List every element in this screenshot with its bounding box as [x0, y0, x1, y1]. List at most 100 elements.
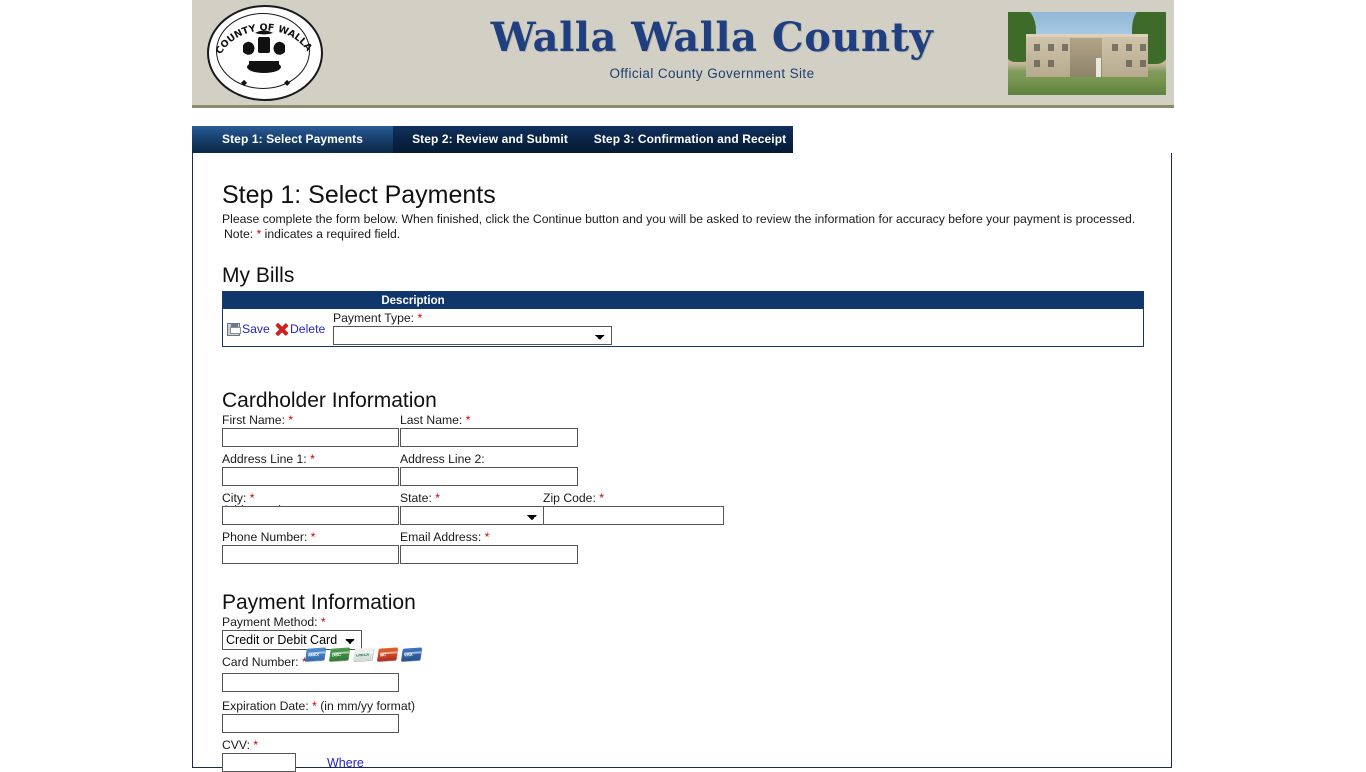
email-address-field-group: Email Address: *	[400, 530, 578, 564]
first-name-label-text: First Name:	[222, 413, 285, 427]
email-address-label: Email Address: *	[400, 530, 578, 544]
email-address-input[interactable]	[400, 545, 578, 564]
card-number-input[interactable]	[222, 673, 399, 692]
card-number-label-text: Card Number:	[222, 655, 299, 669]
email-address-label-text: Email Address:	[400, 530, 482, 544]
tab-step-1-select-payments[interactable]: Step 1: Select Payments	[192, 126, 393, 153]
last-name-input[interactable]	[400, 428, 578, 447]
required-asterisk: *	[310, 452, 315, 466]
first-name-input[interactable]	[222, 428, 399, 447]
site-title: Walla Walla County	[490, 14, 934, 61]
main-content-panel: Step 1: Select Payments Please complete …	[192, 153, 1172, 772]
city-field-group: City: *	[222, 491, 399, 525]
delete-label: Delete	[290, 322, 326, 336]
section-heading-cardholder-information: Cardholder Information	[222, 389, 437, 412]
cvv-label: CVV: *	[222, 738, 296, 752]
cvv-field-group: CVV: * Where	[222, 738, 364, 772]
address-line-1-label-text: Address Line 1:	[222, 452, 307, 466]
required-field-note: Note: * indicates a required field.	[224, 227, 400, 241]
expiration-date-label: Expiration Date: * (in mm/yy format)	[222, 699, 415, 713]
required-asterisk: *	[253, 738, 259, 752]
phone-number-field-group: Phone Number: *	[222, 530, 399, 564]
county-seal-icon: COUNTY OF WALLA WALLA ◆ ◆	[205, 3, 325, 103]
expiration-date-hint: (in mm/yy format)	[320, 699, 416, 713]
visa-card-icon: VISA	[400, 647, 423, 662]
state-label-text: State:	[400, 491, 432, 505]
card-number-label: Card Number: * AMEX DISC CHECK MC VISA	[222, 647, 423, 669]
required-asterisk: *	[484, 530, 490, 544]
zip-code-label-text: Zip Code:	[543, 491, 596, 505]
state-select[interactable]	[400, 506, 544, 525]
courthouse-photo	[1008, 12, 1166, 95]
address-line-2-input[interactable]	[400, 467, 578, 486]
zip-code-field-group: Zip Code: *	[543, 491, 724, 525]
first-name-field-group: First Name: *	[222, 413, 399, 447]
address-line-2-field-group: Address Line 2:	[400, 452, 578, 486]
cvv-label-text: CVV:	[222, 738, 250, 752]
section-heading-my-bills: My Bills	[222, 264, 295, 287]
check-card-icon: CHECK	[352, 647, 375, 662]
cvv-input[interactable]	[222, 753, 296, 772]
zip-code-input[interactable]	[543, 506, 724, 525]
payment-type-label: Payment Type: *	[333, 311, 612, 325]
required-asterisk: *	[249, 491, 255, 505]
payment-method-label: Payment Method: *	[222, 615, 362, 629]
first-name-label: First Name: *	[222, 413, 399, 427]
note-prefix: Note:	[224, 227, 257, 241]
page-title: Step 1: Select Payments	[222, 181, 496, 209]
tab-step-2-review-and-submit[interactable]: Step 2: Review and Submit	[393, 126, 587, 153]
required-asterisk: *	[435, 491, 440, 505]
amex-card-icon: AMEX	[304, 647, 327, 662]
last-name-label: Last Name: *	[400, 413, 578, 427]
table-header-row: Description	[223, 292, 1143, 309]
note-suffix: indicates a required field.	[261, 227, 401, 241]
last-name-label-text: Last Name:	[400, 413, 463, 427]
required-asterisk: *	[465, 413, 471, 427]
payment-method-field-group: Payment Method: * Credit or Debit Card	[222, 615, 362, 650]
phone-number-input[interactable]	[222, 545, 399, 564]
site-header-banner: COUNTY OF WALLA WALLA ◆ ◆ Walla Walla Co…	[192, 0, 1174, 108]
mastercard-card-icon: MC	[376, 647, 399, 662]
city-input[interactable]	[222, 506, 399, 525]
intro-instructions: Please complete the form below. When fin…	[222, 212, 1136, 226]
last-name-field-group: Last Name: *	[400, 413, 578, 447]
tab-step-3-confirmation-and-receipt[interactable]: Step 3: Confirmation and Receipt	[587, 126, 793, 153]
payment-type-select[interactable]	[333, 326, 612, 345]
address-line-1-input[interactable]	[222, 467, 399, 486]
required-asterisk: *	[312, 699, 317, 713]
table-row: Save Delete Payment Type: *	[223, 309, 1143, 346]
site-subtitle: Official County Government Site	[609, 66, 815, 81]
payment-method-label-text: Payment Method:	[222, 615, 318, 629]
city-label: City: *	[222, 491, 399, 505]
floppy-disk-icon	[227, 323, 241, 336]
discover-card-icon: DISC	[328, 647, 351, 662]
address-line-2-label: Address Line 2:	[400, 452, 485, 466]
required-asterisk: *	[310, 530, 316, 544]
address-line-1-field-group: Address Line 1: *	[222, 452, 399, 486]
required-asterisk: *	[320, 615, 326, 629]
card-number-field-group: Card Number: * AMEX DISC CHECK MC VISA	[222, 647, 423, 692]
save-label: Save	[242, 322, 270, 336]
state-field-group: State: *	[400, 491, 544, 525]
section-heading-payment-information: Payment Information	[222, 591, 416, 614]
red-x-icon	[275, 323, 288, 336]
step-tab-bar: Step 1: Select Payments Step 2: Review a…	[192, 126, 793, 153]
phone-number-label: Phone Number: *	[222, 530, 399, 544]
expiration-date-input[interactable]	[222, 714, 399, 733]
city-label-text: City:	[222, 491, 247, 505]
my-bills-table: Description Save Delete Payment Type: *	[222, 291, 1144, 347]
delete-button[interactable]: Delete	[275, 322, 325, 336]
address-line-1-label: Address Line 1: *	[222, 452, 399, 466]
required-asterisk: *	[417, 311, 423, 325]
payment-type-field-group: Payment Type: *	[333, 311, 612, 345]
expiration-date-field-group: Expiration Date: * (in mm/yy format)	[222, 699, 415, 733]
zip-code-label: Zip Code: *	[543, 491, 724, 505]
required-asterisk: *	[288, 413, 294, 427]
expiration-date-label-text: Expiration Date:	[222, 699, 309, 713]
save-button[interactable]: Save	[227, 322, 270, 336]
state-label: State: *	[400, 491, 544, 505]
seal-coat-of-arms-icon	[243, 30, 285, 73]
required-asterisk: *	[599, 491, 604, 505]
phone-number-label-text: Phone Number:	[222, 530, 308, 544]
accepted-card-brands: AMEX DISC CHECK MC VISA	[304, 646, 426, 664]
